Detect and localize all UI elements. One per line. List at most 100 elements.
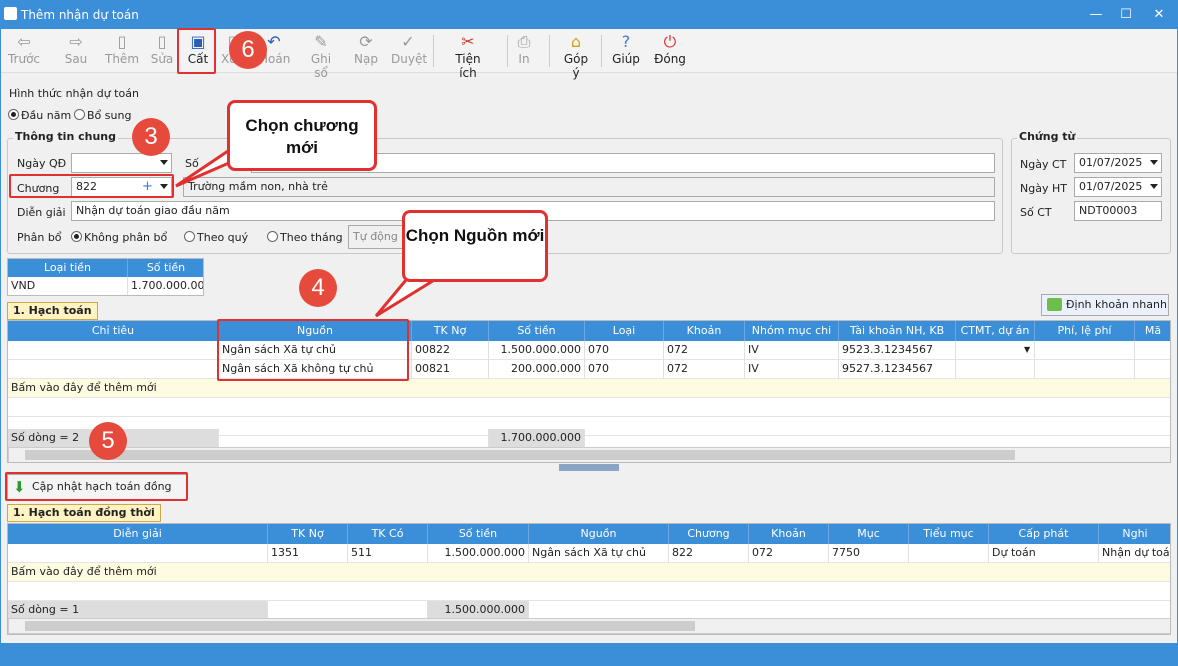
mode-extra-radio[interactable]: Bổ sung [74,109,131,122]
step-badge-5: 5 [89,422,127,460]
chevron-down-icon[interactable] [1150,160,1158,165]
column-header: Nguồn [529,524,669,544]
column-header: Loại [585,321,664,341]
column-header: Chỉ tiêu [8,321,219,341]
edit-doc-icon: ▯ [157,32,167,51]
date-ht-field[interactable]: 01/07/2025 [1074,177,1162,197]
concurrent-grid: Diễn giải TK Nợ TK Có Số tiền Nguồn Chươ… [7,523,1171,635]
add-button[interactable]: ▯ Thêm [105,32,139,72]
refresh-icon: ⟳ [359,32,373,51]
app-icon [4,7,17,20]
mode-start-radio[interactable]: Đầu năm [8,109,71,122]
horizontal-scrollbar[interactable] [8,618,1170,634]
scroll-thumb[interactable] [25,621,695,631]
arrow-right-icon: ⇨ [69,32,83,51]
column-header: Khoản [749,524,829,544]
splitter-handle[interactable] [559,464,619,471]
currency-cell[interactable]: VND [8,277,128,295]
tab-hach-toan-dong-thoi[interactable]: 1. Hạch toán đồng thời [7,504,161,522]
toolbar-separator [601,35,602,67]
radio-icon [267,231,278,242]
currency-amount: 1.700.000.000 [128,277,203,295]
posting-grid: Chỉ tiêu Nguồn TK Nợ Số tiền Loại Khoản … [7,320,1171,463]
general-info-title: Thông tin chung [13,130,119,143]
close-window-button[interactable]: ✕ [1146,5,1172,25]
print-button[interactable]: ⎙ In [515,32,533,72]
column-header: Mã [1135,321,1170,341]
date-ht-label: Ngày HT [1020,182,1067,195]
step-badge-6: 6 [229,31,267,69]
highlight-source [217,319,409,381]
chevron-down-icon[interactable]: ▼ [1024,345,1030,354]
title-bar: Thêm nhận dự toán — ☐ ✕ [1,1,1177,29]
chapter-name-field: Trường mầm non, nhà trẻ [183,177,995,197]
column-header: Cấp phát [989,524,1099,544]
toolbar-separator [433,35,434,67]
mode-label: Hình thức nhận dự toán [9,87,139,100]
next-button[interactable]: ⇨ Sau [61,32,91,72]
so-ct-label: Số CT [1020,206,1052,219]
column-header: TK Nợ [412,321,489,341]
empty-row [8,582,1170,601]
concurrent-header: Diễn giải TK Nợ TK Có Số tiền Nguồn Chươ… [8,524,1170,544]
arrow-left-icon: ⇦ [17,32,31,51]
highlight-save [177,28,216,74]
column-header: TK Nợ [268,524,348,544]
alloc-none-radio[interactable]: Không phân bổ [71,231,167,244]
edit-button[interactable]: ▯ Sửa [149,32,175,72]
record-button[interactable]: ✎ Ghi sổ [303,32,339,80]
empty-row [8,398,1170,417]
horizontal-scrollbar[interactable] [8,447,1170,462]
column-header: Phí, lệ phí [1035,321,1135,341]
column-header: Nghi [1099,524,1170,544]
auto-allocate-button[interactable]: Tự động p [348,225,410,249]
alloc-month-radio[interactable]: Theo tháng [267,231,343,244]
callout-chapter: Chọn chương mới [227,100,377,171]
highlight-update [5,472,188,501]
back-button[interactable]: ⇦ Trước [7,32,41,72]
minimize-button[interactable]: — [1083,5,1109,25]
alloc-quarter-radio[interactable]: Theo quý [184,231,248,244]
radio-icon [184,231,195,242]
reload-button[interactable]: ⟳ Nạp [353,32,379,72]
callout-source: Chọn Nguồn mới [402,210,548,282]
tab-hach-toan[interactable]: 1. Hạch toán [7,302,98,320]
description-label: Diễn giải [17,206,66,219]
currency-grid: Loại tiền Số tiền VND 1.700.000.000 [7,258,204,296]
column-header: Diễn giải [8,524,268,544]
column-header: Số tiền [128,259,203,277]
column-header: Loại tiền [8,259,128,277]
printer-icon: ⎙ [517,32,531,51]
check-icon: ✓ [401,32,415,51]
chevron-down-icon[interactable] [1150,184,1158,189]
highlight-chapter [9,174,174,198]
column-header: CTMT, dự án [956,321,1035,341]
scroll-thumb[interactable] [25,450,1015,460]
close-button[interactable]: ⏻ Đóng [653,32,687,72]
quick-posting-button[interactable]: Định khoản nhanh [1041,294,1169,316]
quick-posting-icon [1047,298,1062,311]
date-ct-label: Ngày CT [1020,158,1067,171]
feedback-button[interactable]: ⌂ Góp ý [559,32,593,80]
add-new-row[interactable]: Bấm vào đây để thêm mới [8,379,1170,398]
posting-header: Chỉ tiêu Nguồn TK Nợ Số tiền Loại Khoản … [8,321,1170,341]
column-header: Số tiền [489,321,585,341]
toolbar-separator [549,35,550,67]
approve-button[interactable]: ✓ Duyệt [391,32,427,72]
new-doc-icon: ▯ [117,32,127,51]
radio-icon [74,109,85,120]
utilities-button[interactable]: ✂ Tiện ích [445,32,491,80]
column-header: Mục [829,524,909,544]
help-button[interactable]: ? Giúp [611,32,641,72]
date-ct-field[interactable]: 01/07/2025 [1074,153,1162,173]
add-new-row[interactable]: Bấm vào đây để thêm mới [8,563,1170,582]
date-qd-field[interactable] [71,153,172,173]
column-header: Số tiền [428,524,529,544]
maximize-button[interactable]: ☐ [1113,5,1139,25]
feedback-icon: ⌂ [570,32,582,51]
radio-icon [71,231,82,242]
so-ct-field[interactable]: NDT00003 [1074,201,1162,221]
currency-header: Loại tiền Số tiền [8,259,203,277]
column-header: TK Có [348,524,428,544]
posting-total: 1.700.000.000 [489,429,585,448]
